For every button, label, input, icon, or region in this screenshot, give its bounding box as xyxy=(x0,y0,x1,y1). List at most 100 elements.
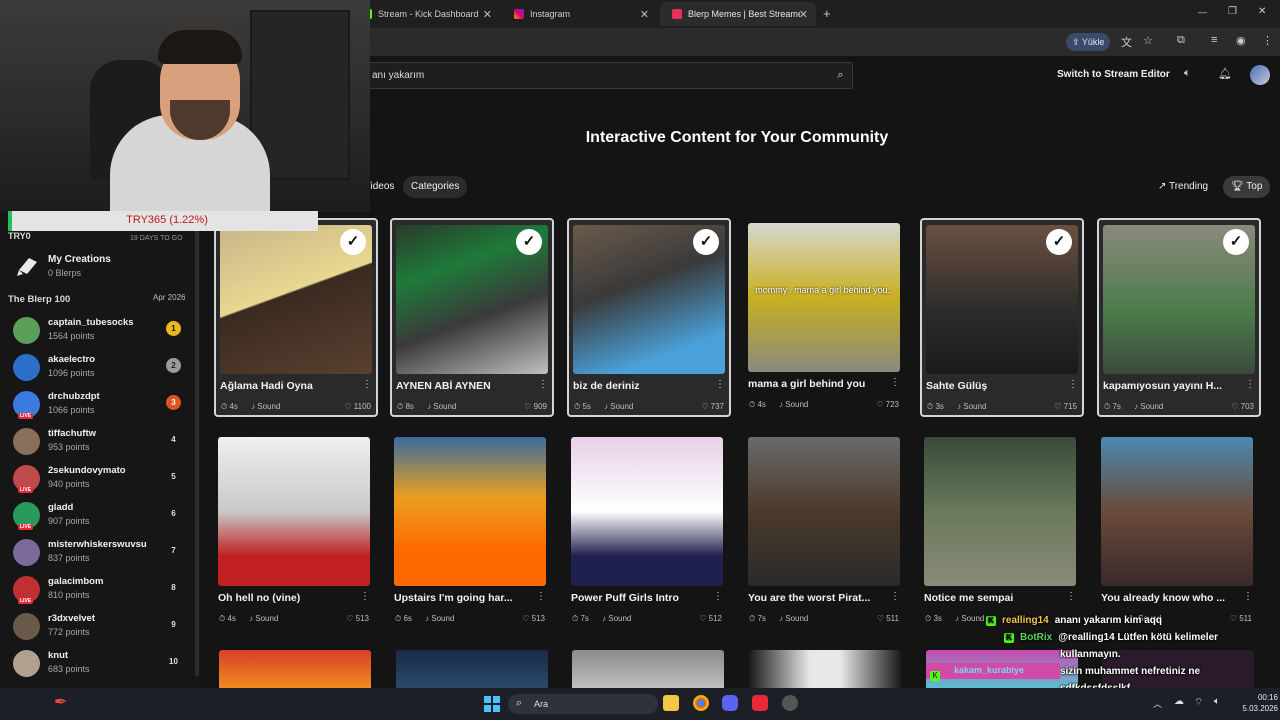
blerp-card[interactable]: You are the worst Pirat... ⋮ ⏱ 7s ♪ Sound ♡ … xyxy=(744,432,908,631)
leaderboard-entry[interactable]: captain_tubesocks 1564 points 1 xyxy=(0,313,195,350)
likes[interactable]: ♡ 511 xyxy=(1230,614,1252,623)
more-options-icon[interactable]: ⋮ xyxy=(1243,591,1253,602)
thumbnail[interactable] xyxy=(748,437,900,586)
close-tab-icon[interactable]: ✕ xyxy=(799,8,808,21)
blerp-card[interactable]: Upstairs I'm going har... ⋮ ⏱ 6s ♪ Sound ♡ 5… xyxy=(390,432,554,631)
more-options-icon[interactable]: ⋮ xyxy=(715,379,725,390)
card-title[interactable]: Power Puff Girls Intro xyxy=(571,592,711,604)
likes[interactable]: ♡ 511 xyxy=(877,614,899,623)
leaderboard-entry[interactable]: akaelectro 1096 points 2 xyxy=(0,350,195,387)
blerp-card[interactable]: ✓ kapamıyosun yayını H... ⋮ ⏱ 7s ♪ Sound ♡ 70… xyxy=(1097,218,1261,417)
tab-blerp[interactable]: Blerp Memes | Best Streamer So ✕ xyxy=(660,2,816,26)
file-explorer-icon[interactable] xyxy=(663,695,679,711)
likes[interactable]: ♡ 737 xyxy=(701,402,724,411)
leaderboard-entry[interactable]: LIVE gladd 907 points 6 xyxy=(0,498,195,535)
more-options-icon[interactable]: ⋮ xyxy=(538,379,548,390)
card-title[interactable]: You already know who ... xyxy=(1101,592,1241,604)
likes[interactable]: ♡ 909 xyxy=(524,402,547,411)
likes[interactable]: ♡ 703 xyxy=(1231,402,1254,411)
more-options-icon[interactable]: ⋮ xyxy=(890,377,900,388)
card-title[interactable]: Ağlama Hadi Oyna xyxy=(220,380,360,392)
thumbnail[interactable] xyxy=(219,650,371,688)
card-title[interactable]: AYNEN ABİ AYNEN xyxy=(396,380,536,392)
leaderboard-entry[interactable]: r3dxvelvet 772 points 9 xyxy=(0,609,195,646)
blerp-card[interactable]: ✓ AYNEN ABİ AYNEN ⋮ ⏱ 8s ♪ Sound ♡ 909 xyxy=(390,218,554,417)
thumbnail[interactable] xyxy=(924,437,1076,586)
tab-kick-dashboard[interactable]: Stream - Kick Dashboard ✕ xyxy=(350,2,500,26)
blerp-card[interactable]: Oh hell no (vine) ⋮ ⏱ 4s ♪ Sound ♡ 513 xyxy=(214,432,378,631)
obs-icon[interactable] xyxy=(782,695,798,711)
blerp-card[interactable]: ✓ Sahte Gülüş ⋮ ⏱ 3s ♪ Sound ♡ 715 xyxy=(920,218,1084,417)
more-options-icon[interactable]: ⋮ xyxy=(536,591,546,602)
likes[interactable]: ♡ 715 xyxy=(1054,402,1077,411)
bookmark-star-icon[interactable]: ☆ xyxy=(1143,34,1153,47)
volume-icon[interactable]: 🔈︎ xyxy=(1184,67,1191,80)
speaker-icon[interactable]: 🔈︎ xyxy=(1214,696,1220,707)
thumbnail[interactable] xyxy=(394,437,546,586)
card-title[interactable]: Oh hell no (vine) xyxy=(218,592,358,604)
avatar[interactable] xyxy=(1250,65,1270,85)
card-title[interactable]: kapamıyosun yayını H... xyxy=(1103,380,1243,392)
likes[interactable]: ♡ 723 xyxy=(876,400,899,409)
more-options-icon[interactable]: ⋮ xyxy=(1068,379,1078,390)
app-pin-icon[interactable]: ✒ xyxy=(54,692,67,712)
search-input[interactable]: anı yakarım xyxy=(360,62,853,89)
more-options-icon[interactable]: ⋮ xyxy=(1245,379,1255,390)
leaderboard-entry[interactable]: LIVE galacimbom 810 points 8 xyxy=(0,572,195,609)
search-icon[interactable]: ⌕ xyxy=(828,62,853,89)
thumbnail[interactable]: mommy.. mama a girl behind you.. xyxy=(748,223,900,372)
taskbar-search[interactable]: Ara xyxy=(508,694,658,714)
blerp-card[interactable]: ✓ biz de deriniz ⋮ ⏱ 5s ♪ Sound ♡ 737 xyxy=(567,218,731,417)
thumbnail[interactable] xyxy=(1101,437,1253,586)
network-icon[interactable]: ☁ xyxy=(1174,696,1184,707)
blerp-card[interactable]: You already know who ... ⋮ ♪ Sound ♡ 511 xyxy=(1097,432,1261,631)
leaderboard-entry[interactable]: knut 683 points 10 xyxy=(0,646,195,683)
leaderboard-entry[interactable]: LIVE 2sekundovymato 940 points 5 xyxy=(0,461,195,498)
translate-icon[interactable]: 文 xyxy=(1121,34,1132,50)
upload-button[interactable]: ⇪ Yükle xyxy=(1066,33,1111,51)
blerp-card[interactable]: Notice me sempai ⋮ ⏱ 3s ♪ Sound xyxy=(920,432,1084,631)
checkmark-icon[interactable]: ✓ xyxy=(693,229,719,255)
my-creations-link[interactable]: My Creations xyxy=(48,254,111,265)
likes[interactable]: ♡ 1100 xyxy=(344,402,371,411)
tab-categories[interactable]: Categories xyxy=(403,176,468,198)
media-icon[interactable]: ≡ xyxy=(1211,34,1217,46)
thumbnail[interactable] xyxy=(218,437,370,586)
card-title[interactable]: mama a girl behind you xyxy=(748,378,888,390)
close-window-button[interactable]: ✕ xyxy=(1258,6,1266,17)
minimize-button[interactable]: — xyxy=(1198,7,1207,17)
maximize-button[interactable]: ❐ xyxy=(1228,6,1237,17)
switch-to-stream-editor-button[interactable]: Switch to Stream Editor xyxy=(1057,69,1170,80)
thumbnail[interactable] xyxy=(571,437,723,586)
checkmark-icon[interactable]: ✓ xyxy=(516,229,542,255)
clock[interactable]: 00:16 5.03.2026 xyxy=(1238,692,1278,714)
new-tab-button[interactable]: + xyxy=(823,6,831,21)
checkmark-icon[interactable]: ✓ xyxy=(1223,229,1249,255)
close-tab-icon[interactable]: ✕ xyxy=(640,8,649,21)
more-options-icon[interactable]: ⋮ xyxy=(890,591,900,602)
likes[interactable]: ♡ 513 xyxy=(522,614,545,623)
card-title[interactable]: Sahte Gülüş xyxy=(926,380,1066,392)
profile-icon[interactable]: ◉ xyxy=(1236,34,1246,47)
likes[interactable]: ♡ 512 xyxy=(699,614,722,623)
more-options-icon[interactable]: ⋮ xyxy=(360,591,370,602)
more-options-icon[interactable]: ⋮ xyxy=(362,379,372,390)
top-button[interactable]: 🏆︎ Top xyxy=(1223,176,1271,198)
close-tab-icon[interactable]: ✕ xyxy=(483,8,492,21)
leaderboard-entry[interactable]: LIVE drchubzdpt 1066 points 3 xyxy=(0,387,195,424)
extensions-icon[interactable]: ⧉ xyxy=(1177,34,1185,47)
checkmark-icon[interactable]: ✓ xyxy=(340,229,366,255)
windows-start-icon[interactable] xyxy=(484,696,500,712)
likes[interactable]: ♡ 513 xyxy=(346,614,369,623)
tab-instagram[interactable]: Instagram ✕ xyxy=(502,2,657,26)
blerp-card[interactable]: mommy.. mama a girl behind you.. mama a g… xyxy=(744,218,908,417)
leaderboard-entry[interactable]: tiffachuftw 953 points 4 xyxy=(0,424,195,461)
chevron-up-icon[interactable]: ︿ xyxy=(1153,697,1162,710)
thumbnail[interactable] xyxy=(396,650,548,688)
card-title[interactable]: Upstairs I'm going har... xyxy=(394,592,534,604)
checkmark-icon[interactable]: ✓ xyxy=(1046,229,1072,255)
more-menu-icon[interactable]: ⋮ xyxy=(1262,34,1273,47)
wifi-icon[interactable]: ⌔ xyxy=(1194,696,1203,709)
trending-button[interactable]: ↗ Trending xyxy=(1150,176,1216,198)
card-title[interactable]: You are the worst Pirat... xyxy=(748,592,888,604)
